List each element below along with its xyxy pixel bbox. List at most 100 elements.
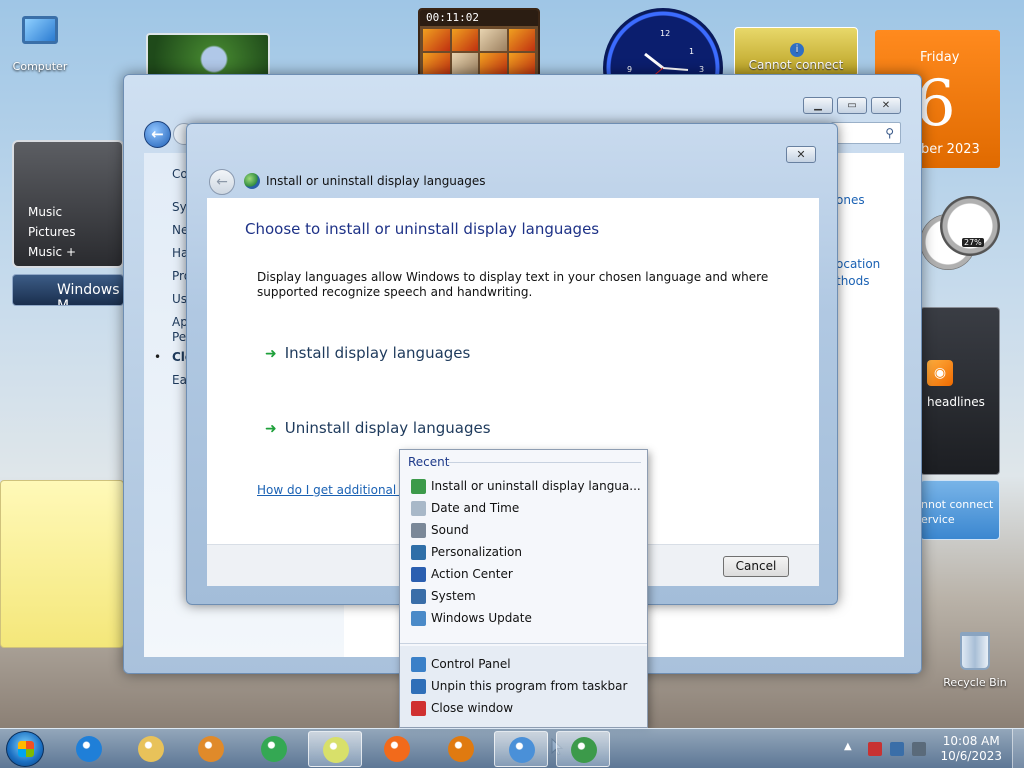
back-arrow-icon[interactable]: ← bbox=[209, 169, 235, 195]
jump-item-date-time[interactable]: Date and Time bbox=[405, 498, 643, 520]
sticky-note-gadget[interactable] bbox=[0, 480, 124, 648]
jump-task-label: Control Panel bbox=[431, 657, 511, 671]
cancel-button[interactable]: Cancel bbox=[723, 556, 789, 577]
svg-text:3: 3 bbox=[699, 65, 704, 74]
clock-gadget[interactable]: 12 1 3 9 bbox=[603, 8, 723, 78]
recycle-bin-desktop-icon[interactable]: Recycle Bin bbox=[935, 632, 1015, 689]
globe-icon bbox=[571, 737, 597, 763]
task-link[interactable]: ocation bbox=[836, 257, 880, 271]
back-arrow-icon[interactable]: ← bbox=[144, 121, 171, 148]
close-button[interactable]: ✕ bbox=[871, 97, 901, 114]
jump-task-unpin[interactable]: Unpin this program from taskbar bbox=[405, 676, 643, 698]
sticky-notes-icon bbox=[323, 737, 349, 763]
help-link[interactable]: How do I get additional dis bbox=[257, 483, 417, 497]
picture-puzzle-gadget[interactable]: 00:11:02 bbox=[418, 8, 540, 78]
jump-item-label: Action Center bbox=[431, 567, 513, 581]
taskbar-language-settings[interactable] bbox=[556, 731, 610, 767]
taskbar-internet-explorer[interactable] bbox=[62, 731, 116, 767]
weather-gadget[interactable]: i Cannot connect bbox=[734, 27, 858, 77]
service-status-line: ervice bbox=[921, 513, 955, 526]
control-panel-icon bbox=[509, 737, 535, 763]
taskbar-media-player[interactable] bbox=[184, 731, 238, 767]
unpin-icon bbox=[411, 679, 426, 694]
memory-dial-icon bbox=[940, 196, 1000, 256]
jump-item-action-center[interactable]: Action Center bbox=[405, 564, 643, 586]
recycle-bin-label: Recycle Bin bbox=[943, 676, 1007, 689]
show-desktop-button[interactable] bbox=[1012, 729, 1024, 768]
puzzle-timer: 00:11:02 bbox=[426, 11, 479, 24]
taskbar-sticky-notes[interactable] bbox=[308, 731, 362, 767]
dialog-description: Display languages allow Windows to displ… bbox=[257, 270, 769, 299]
puzzle-grid[interactable] bbox=[420, 26, 538, 76]
current-category-bullet: • bbox=[154, 350, 162, 364]
media-center-gadget[interactable]: Music Pictures Music + Pictures bbox=[12, 140, 124, 268]
svg-text:9: 9 bbox=[627, 65, 632, 74]
volume-muted-icon[interactable] bbox=[912, 742, 926, 756]
folder-icon bbox=[138, 736, 164, 762]
maximize-button[interactable]: ▭ bbox=[837, 97, 867, 114]
jump-item-label: Date and Time bbox=[431, 501, 520, 515]
jump-item-windows-update[interactable]: Windows Update bbox=[405, 608, 643, 630]
action-center-flag-icon[interactable] bbox=[868, 742, 882, 756]
feed-label: headlines bbox=[927, 395, 985, 409]
speaker-icon bbox=[411, 523, 426, 538]
install-languages-option[interactable]: ➜ Install display languages bbox=[265, 344, 470, 362]
search-icon bbox=[448, 736, 474, 762]
computer-icon bbox=[20, 16, 60, 56]
task-link[interactable]: ones bbox=[836, 193, 865, 207]
calendar-month: ober 2023 bbox=[913, 142, 980, 157]
divider bbox=[448, 462, 641, 463]
notification-area: ▲ 10:08 AM 10/6/2023 bbox=[834, 729, 1024, 768]
flag-icon bbox=[411, 567, 426, 582]
media-center-title[interactable]: Windows M bbox=[12, 274, 124, 306]
dialog-close-button[interactable]: ✕ bbox=[786, 146, 816, 163]
jump-item-label: System bbox=[431, 589, 476, 603]
jump-list[interactable]: Recent Install or uninstall display lang… bbox=[399, 449, 648, 728]
search-input[interactable]: ⚲ bbox=[831, 122, 901, 144]
jump-item-sound[interactable]: Sound bbox=[405, 520, 643, 542]
jump-item-label: Personalization bbox=[431, 545, 522, 559]
globe-icon bbox=[411, 479, 426, 494]
dialog-breadcrumb: Install or uninstall display languages bbox=[266, 174, 486, 188]
jump-task-close-window[interactable]: Close window bbox=[405, 698, 643, 720]
green-arrow-icon: ➜ bbox=[265, 346, 277, 362]
recent-header: Recent bbox=[408, 455, 450, 469]
jump-item-system[interactable]: System bbox=[405, 586, 643, 608]
media-item[interactable]: Pictures bbox=[28, 222, 122, 242]
divider bbox=[400, 643, 647, 644]
service-status-line: nnot connect bbox=[921, 498, 994, 511]
internet-explorer-icon bbox=[76, 736, 102, 762]
jump-item-display-languages[interactable]: Install or uninstall display langua... bbox=[405, 476, 643, 498]
weather-status: Cannot connect bbox=[748, 58, 844, 72]
option-label: Install display languages bbox=[284, 344, 471, 362]
cpu-meter-gadget[interactable]: 27% bbox=[920, 196, 1000, 286]
clock-icon bbox=[411, 501, 426, 516]
media-item[interactable]: Music bbox=[28, 202, 122, 222]
media-item[interactable]: Music + Pictures bbox=[28, 242, 122, 266]
taskbar-control-panel[interactable] bbox=[494, 731, 548, 767]
uninstall-languages-option[interactable]: ➜ Uninstall display languages bbox=[265, 419, 491, 437]
taskbar-clock[interactable]: 10:08 AM 10/6/2023 bbox=[940, 734, 1002, 764]
taskbar-search[interactable] bbox=[434, 731, 488, 767]
language-globe-icon bbox=[244, 173, 260, 189]
computer-desktop-icon[interactable]: Computer bbox=[0, 10, 80, 73]
option-label: Uninstall display languages bbox=[284, 419, 491, 437]
network-icon[interactable] bbox=[890, 742, 904, 756]
taskbar-chrome[interactable] bbox=[247, 731, 301, 767]
service-gadget[interactable]: nnot connect ervice bbox=[920, 480, 1000, 540]
feed-headlines-gadget[interactable]: ◉ headlines bbox=[920, 307, 1000, 475]
show-hidden-icons-icon[interactable]: ▲ bbox=[844, 741, 852, 752]
task-link[interactable]: thods bbox=[836, 274, 870, 288]
start-button[interactable] bbox=[6, 731, 44, 767]
taskbar-file-explorer[interactable] bbox=[124, 731, 178, 767]
minimize-button[interactable]: ▁ bbox=[803, 97, 833, 114]
cpu-percent: 27% bbox=[962, 238, 984, 247]
taskbar-firefox[interactable] bbox=[370, 731, 424, 767]
clock-face: 12 1 3 9 bbox=[603, 8, 723, 78]
green-arrow-icon: ➜ bbox=[265, 421, 277, 437]
close-window-icon bbox=[411, 701, 426, 716]
jump-item-personalization[interactable]: Personalization bbox=[405, 542, 643, 564]
jump-task-control-panel[interactable]: Control Panel bbox=[405, 654, 643, 676]
firefox-icon bbox=[384, 736, 410, 762]
info-icon: i bbox=[790, 43, 804, 57]
